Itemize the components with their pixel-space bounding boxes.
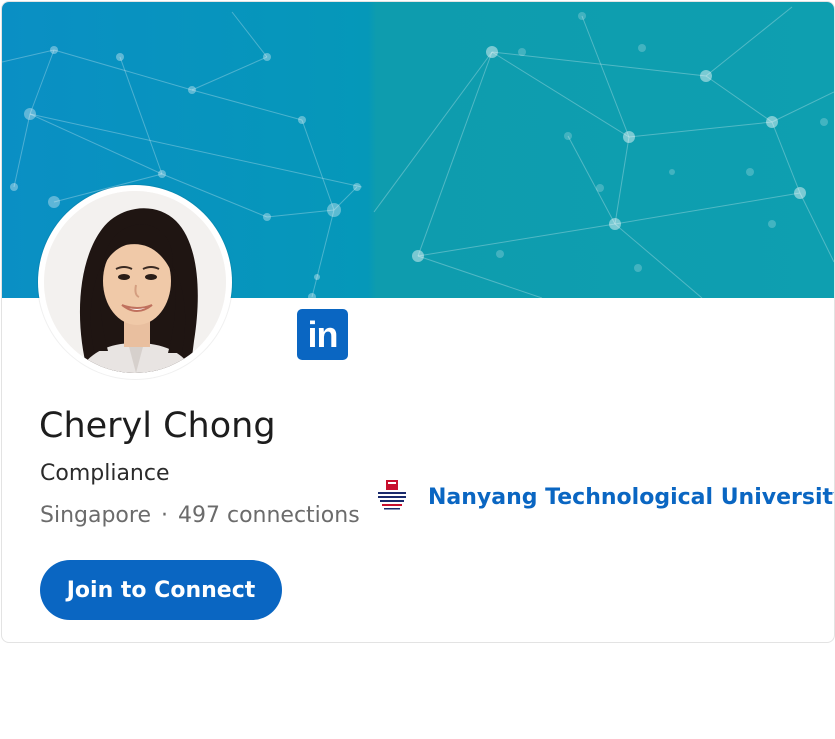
ntu-logo-icon	[376, 478, 408, 516]
education-entry[interactable]: Nanyang Technological University	[376, 477, 834, 517]
linkedin-icon: in	[297, 309, 348, 360]
profile-connections: 497 connections	[178, 503, 360, 528]
profile-meta: Singapore · 497 connections	[40, 503, 360, 528]
linkedin-logo-text: in	[307, 314, 339, 355]
profile-photo-image	[44, 191, 226, 373]
join-to-connect-button[interactable]: Join to Connect	[40, 560, 282, 620]
profile-location: Singapore	[40, 503, 151, 528]
profile-name: Cheryl Chong	[39, 406, 276, 446]
profile-card: in Cheryl Chong Compliance Singapore · 497…	[1, 1, 835, 643]
profile-photo-frame	[38, 185, 232, 379]
profile-headline: Compliance	[40, 461, 170, 486]
profile-photo	[44, 191, 226, 373]
meta-separator: ·	[161, 503, 168, 528]
school-name-link[interactable]: Nanyang Technological University	[428, 485, 834, 510]
